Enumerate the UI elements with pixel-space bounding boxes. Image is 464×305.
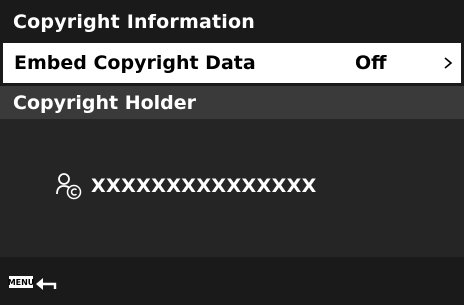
footer-bar xyxy=(0,257,464,305)
menu-item-label: Embed Copyright Data xyxy=(14,52,256,74)
menu-button[interactable]: MENU xyxy=(8,276,34,288)
menu-item-copyright-holder[interactable]: Copyright Holder xyxy=(0,86,464,119)
chevron-right-icon xyxy=(444,57,453,69)
menu-item-value: Off xyxy=(355,52,387,74)
person-copyright-icon xyxy=(56,173,82,200)
copyright-holder-field[interactable]: XXXXXXXXXXXXXXX xyxy=(55,173,317,200)
page-title: Copyright Information xyxy=(13,10,255,33)
menu-item-label: Copyright Holder xyxy=(13,91,197,114)
copyright-holder-value: XXXXXXXXXXXXXXX xyxy=(91,175,317,197)
back-arrow-icon[interactable] xyxy=(35,275,59,291)
title-bar: Copyright Information xyxy=(0,0,464,43)
menu-item-embed-copyright-data[interactable]: Embed Copyright Data Off xyxy=(3,43,461,83)
